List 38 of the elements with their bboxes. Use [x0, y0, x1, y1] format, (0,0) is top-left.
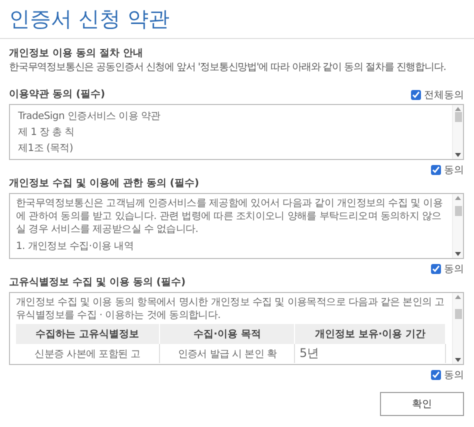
scrollbar[interactable]	[452, 105, 463, 159]
scrollbar-thumb[interactable]	[454, 112, 462, 122]
scroll-down-icon[interactable]	[455, 153, 461, 157]
scrollbar[interactable]	[452, 194, 463, 258]
section-heading: 이용약관 동의 (필수)	[9, 88, 106, 102]
scrollbar-thumb[interactable]	[454, 308, 462, 318]
section-heading: 개인정보 이용 동의 절차 안내	[9, 47, 144, 61]
table-cell: 인증서 발급 시 본인 확	[159, 344, 295, 363]
column-header: 수집·이용 목적	[159, 324, 295, 344]
agree-checkbox[interactable]: 동의	[431, 368, 464, 382]
table-cell: 신분증 사본에 포함된 고	[16, 344, 160, 363]
check-icon	[432, 371, 440, 379]
table-cell: 5년	[294, 344, 446, 363]
check-icon	[432, 166, 440, 174]
terms-text: 개인정보 수집 및 이용 동의 항목에서 명시한 개인정보 수집 및 이용목적으로 다음과 같은 본인의 고유식별정보를 수집 · 이용하는 것에 동의합니다.	[16, 296, 446, 322]
scroll-up-icon[interactable]	[455, 295, 461, 299]
terms-text: 1. 개인정보 수집·이용 내역	[16, 240, 134, 253]
column-header: 개인정보 보유·이용 기간	[294, 324, 446, 344]
column-header: 수집하는 고유식별정보	[16, 324, 160, 344]
scroll-down-icon[interactable]	[455, 358, 461, 362]
agree-checkbox[interactable]: 전체동의	[411, 88, 464, 102]
intro-text: 한국무역정보통신은 공동인증서 신청에 앞서 '정보통신망법'에 따라 아래와 같이 동의 절차를 진행합니다.	[9, 61, 447, 74]
scroll-up-icon[interactable]	[455, 196, 461, 200]
section-heading: 개인정보 수집 및 이용에 관한 동의 (필수)	[9, 177, 200, 191]
terms-text: 제1조 (목적)	[18, 142, 74, 155]
scrollbar[interactable]	[452, 293, 463, 364]
page-title: 인증서 신청 약관	[9, 6, 170, 33]
agree-checkbox[interactable]: 동의	[431, 163, 464, 177]
check-icon	[432, 265, 440, 273]
check-icon	[412, 91, 420, 99]
terms-text: 한국무역정보통신은 고객님께 인증서비스를 제공함에 있어서 다음과 같이 개인정보의 수집 및 이용에 관하여 동의를 받고 있습니다. 관련 법령에 따른 조치이오니 양해를 부탁드리오며 동의하지 않으실 경우 서비스를 제공받으실 수 없습니다.	[16, 197, 444, 236]
agree-checkbox[interactable]: 동의	[431, 262, 464, 276]
scrollbar-thumb[interactable]	[454, 206, 462, 216]
scroll-down-icon[interactable]	[455, 252, 461, 256]
confirm-button[interactable]: 확인	[380, 392, 464, 416]
terms-text: TradeSign 인증서비스 이용 약관	[18, 110, 162, 123]
section-heading: 고유식별정보 수집 및 이용 동의 (필수)	[9, 276, 186, 290]
terms-text: 제 1 장 총 칙	[18, 126, 76, 139]
